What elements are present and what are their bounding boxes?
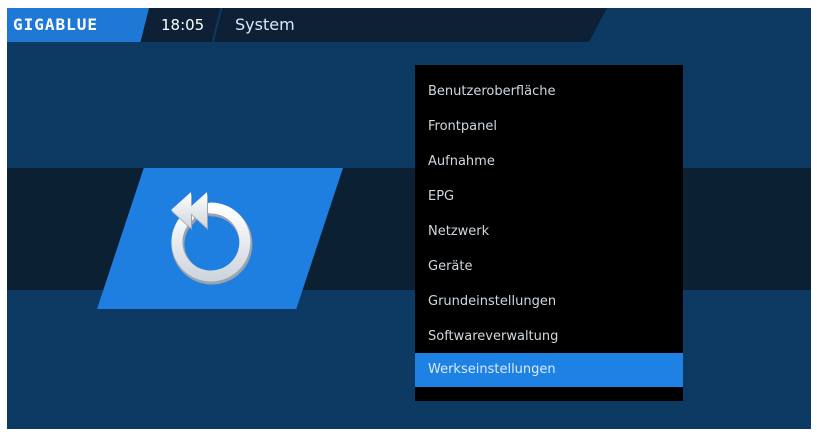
menu-item-label: Frontpanel [428, 119, 497, 134]
logo-text: GIGABLUE [13, 15, 99, 34]
menu-item-geraete[interactable]: Geräte [415, 250, 683, 284]
menu-item-label: Softwareverwaltung [428, 329, 559, 344]
restore-icon [171, 192, 253, 285]
menu-item-label: Geräte [428, 259, 473, 274]
menu-item-label: Aufnahme [428, 154, 495, 169]
menu-item-netzwerk[interactable]: Netzwerk [415, 215, 683, 249]
menu-item-aufnahme[interactable]: Aufnahme [415, 145, 683, 179]
logo: GIGABLUE [7, 8, 149, 42]
menu-item-werkseinstellungen[interactable]: Werkseinstellungen [415, 353, 683, 387]
page-title: System [235, 15, 295, 34]
settings-menu: Benutzeroberfläche Frontpanel Aufnahme E… [415, 65, 683, 401]
menu-item-grundeinstellungen[interactable]: Grundeinstellungen [415, 285, 683, 319]
clock: 18:05 [161, 16, 205, 34]
menu-item-frontpanel[interactable]: Frontpanel [415, 110, 683, 144]
menu-item-label: Benutzeroberfläche [428, 84, 556, 99]
menu-item-benutzeroberflaeche[interactable]: Benutzeroberfläche [415, 75, 683, 109]
menu-item-epg[interactable]: EPG [415, 180, 683, 214]
menu-item-label: Werkseinstellungen [428, 362, 556, 377]
menu-item-label: Grundeinstellungen [428, 294, 557, 309]
top-bar: GIGABLUE 18:05 System [7, 8, 811, 42]
menu-item-label: EPG [428, 189, 455, 204]
tv-screen: GIGABLUE 18:05 System Benutzeroberfläche… [7, 8, 811, 429]
menu-item-softwareverwaltung[interactable]: Softwareverwaltung [415, 320, 683, 354]
menu-item-label: Netzwerk [428, 224, 490, 239]
